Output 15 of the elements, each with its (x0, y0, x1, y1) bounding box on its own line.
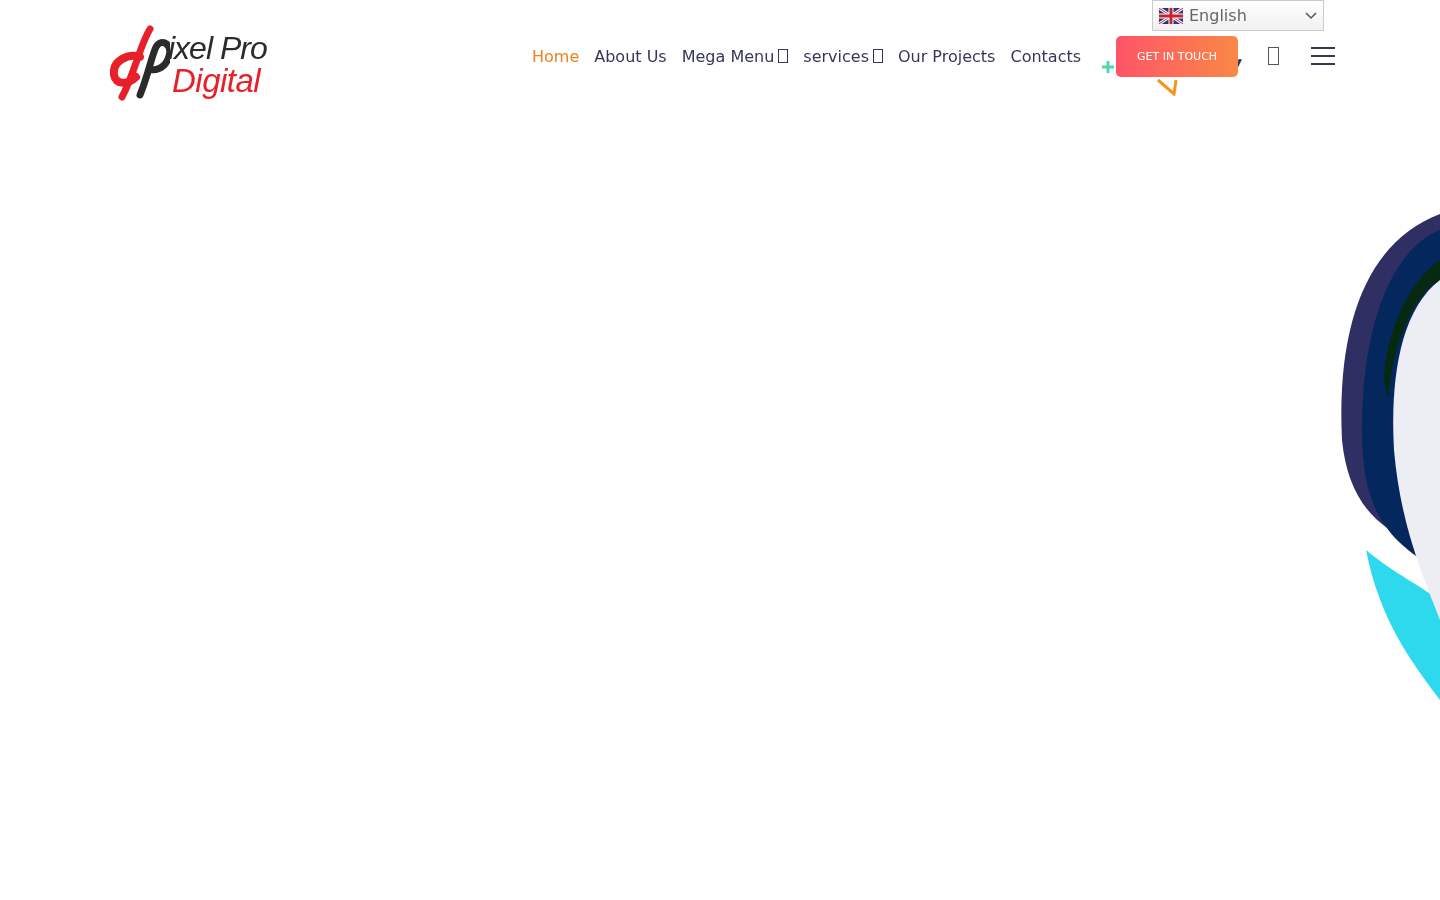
plus-icon (1101, 60, 1116, 74)
nav-link[interactable]: About Us (594, 46, 667, 66)
nav-link[interactable]: services (803, 46, 883, 66)
language-select[interactable]: English (1152, 0, 1324, 31)
nav-link[interactable]: Contacts (1010, 46, 1082, 66)
nav-link[interactable]: Our Projects (897, 46, 996, 66)
nav-link[interactable]: Mega Menu (681, 46, 789, 66)
chevron-down-icon (1305, 11, 1317, 20)
logo-mark-icon (110, 25, 170, 101)
dropdown-glyph-icon (872, 49, 883, 63)
logo-text: Digital (172, 64, 263, 97)
menu-icon[interactable] (1311, 47, 1336, 65)
dropdown-glyph-icon (778, 49, 789, 63)
logo-text: ixel Pro (168, 32, 267, 64)
uk-flag-icon (1159, 7, 1183, 24)
